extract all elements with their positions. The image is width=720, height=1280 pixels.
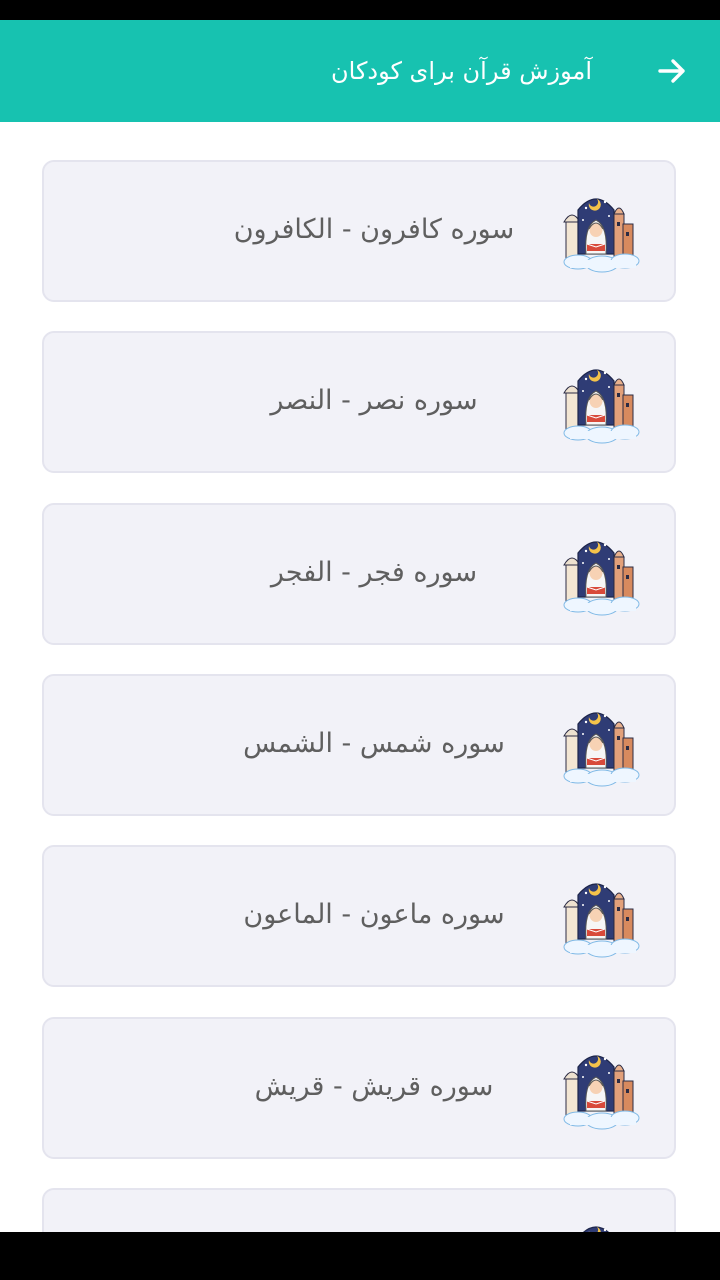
surah-card[interactable]: سوره قریش - قریش [42, 1017, 676, 1159]
surah-card[interactable]: سوره فجر - الفجر [42, 503, 676, 645]
surah-card[interactable]: سوره نصر - النصر [42, 331, 676, 473]
surah-card-title: سوره فجر - الفجر [270, 557, 478, 588]
status-bar [0, 0, 720, 20]
app-screen: آموزش قرآن برای کودکان سوره کافرون - الک… [0, 20, 720, 1232]
surah-card-title: سوره نصر - النصر [270, 385, 478, 416]
toolbar: آموزش قرآن برای کودکان [0, 20, 720, 122]
surah-card[interactable]: سوره شمس - الشمس [42, 674, 676, 816]
navigation-bar [0, 1232, 720, 1280]
surah-card-title: سوره ماعون - الماعون [243, 899, 505, 930]
surah-card-title: سوره قریش - قریش [254, 1071, 494, 1102]
surah-card[interactable]: سوره کافرون - الکافرون [42, 160, 676, 302]
surah-card[interactable]: سوره ماعون - الماعون [42, 845, 676, 987]
child-reading-quran-icon [562, 1218, 644, 1232]
surah-card[interactable] [42, 1188, 676, 1232]
surah-card-title: سوره کافرون - الکافرون [233, 214, 515, 245]
back-button[interactable] [654, 53, 690, 89]
page-title: آموزش قرآن برای کودکان [331, 57, 592, 85]
surah-card-title: سوره شمس - الشمس [243, 728, 505, 759]
arrow-right-icon [658, 59, 685, 83]
